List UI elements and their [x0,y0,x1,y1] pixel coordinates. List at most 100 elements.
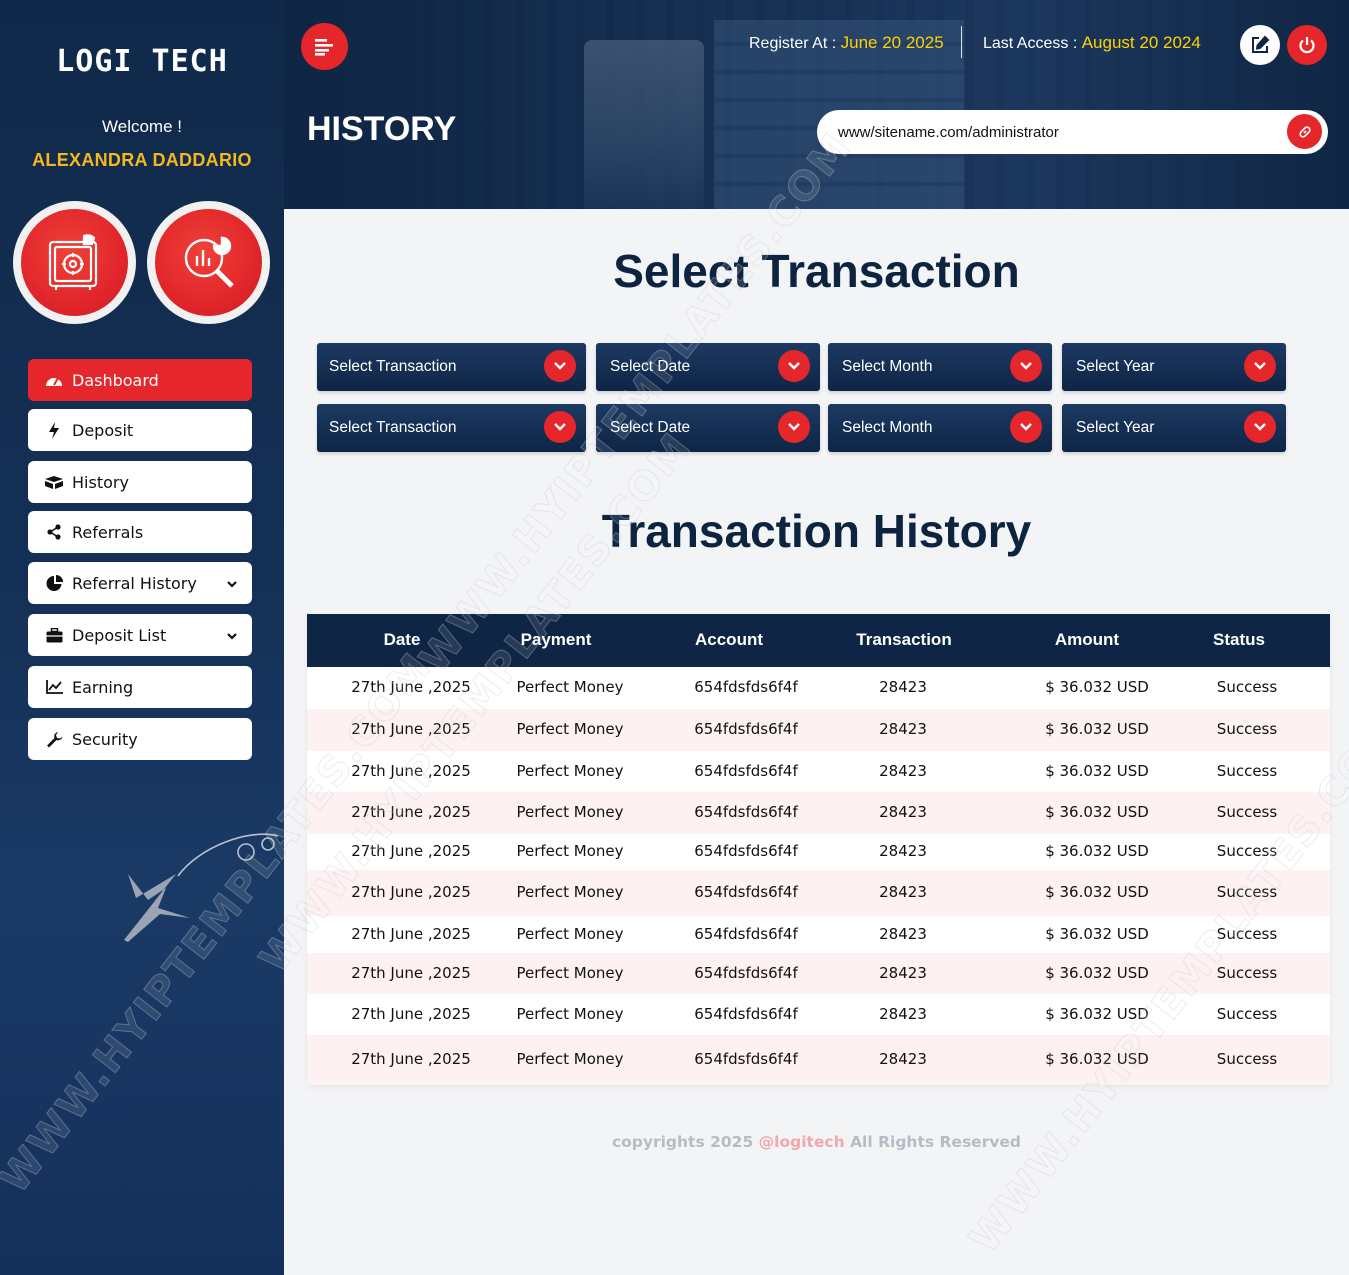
chevron-down-icon [1010,350,1042,382]
select-value: Select Year [1076,419,1155,436]
table-cell: $ 36.032 USD [1045,1050,1149,1068]
table-cell: $ 36.032 USD [1045,761,1149,780]
table-cell: 654fdsfds6f4f [694,963,798,982]
sidebar-item-history[interactable]: History [28,461,252,503]
table-cell: Success [1216,1050,1278,1068]
select-value: Select Month [842,419,933,436]
power-icon [1299,37,1315,54]
select-value: Select Transaction [329,358,457,375]
magnifier-chart-icon [184,236,234,288]
month-select[interactable]: Select Month [828,404,1052,452]
table-row: 27th June ,2025 Perfect Money 654fdsfds6f4… [307,953,1330,994]
column-header: Account [695,630,763,649]
table-cell: Success [1216,963,1278,982]
sidebar: LOGI TECH Welcome ! ALEXANDRA DADDARIO D… [0,0,284,1275]
menu-toggle-button[interactable] [301,23,348,70]
dashboard-icon [44,371,64,389]
table-cell: $ 36.032 USD [1045,842,1149,860]
table-cell: Success [1216,842,1278,860]
username: ALEXANDRA DADDARIO [32,150,252,170]
table-cell: Success [1216,803,1278,821]
table-cell: 27th June ,2025 [351,720,471,738]
sidebar-item-label: Deposit [72,420,134,440]
access-label: Last Access : [983,35,1078,52]
sidebar-item-referrals[interactable]: Referrals [28,511,252,553]
edit-profile-button[interactable] [1240,25,1280,65]
chevron-down-icon[interactable] [226,575,238,594]
table-cell: 654fdsfds6f4f [694,678,798,696]
briefcase-icon [44,626,64,644]
sidebar-item-dashboard[interactable]: Dashboard [28,359,252,401]
analytics-badge[interactable] [147,201,270,324]
table-cell: 654fdsfds6f4f [694,883,798,901]
year-select[interactable]: Select Year [1062,404,1286,452]
table-cell: 27th June ,2025 [351,1050,471,1068]
wrench-icon [44,730,64,748]
table-cell: 28423 [879,883,927,901]
brand-logo[interactable]: LOGI TECH [0,44,284,79]
chevron-down-icon[interactable] [226,627,238,646]
column-header: Amount [1054,630,1120,649]
chevron-down-icon [1010,411,1042,443]
table-row: 27th June ,2025 Perfect Money 654fdsfds6f4… [307,870,1330,916]
table-cell: 28423 [879,924,927,943]
date-select[interactable]: Select Date [596,343,820,391]
copy-link-button[interactable] [1287,114,1322,149]
table-cell: 27th June ,2025 [351,924,471,943]
transaction-select[interactable]: Select Transaction [317,343,586,391]
year-select[interactable]: Select Year [1062,343,1286,391]
table-cell: Perfect Money [516,963,624,982]
table-cell: 28423 [879,678,927,696]
table-header: Date Payment Account Transaction Amount … [307,614,1330,667]
safe-badge[interactable] [13,201,136,324]
table-cell: Success [1216,924,1278,943]
table-cell: $ 36.032 USD [1045,678,1149,696]
footer-suffix: All Rights Reserved [850,1133,1022,1151]
table-cell: $ 36.032 USD [1045,720,1149,738]
referral-url-field[interactable]: www/sitename.com/administrator [817,110,1328,154]
sidebar-item-deposit[interactable]: Deposit [28,409,252,451]
sidebar-item-label: Referral History [72,573,197,593]
header-divider [961,26,962,58]
sidebar-item-security[interactable]: Security [28,718,252,760]
table-cell: 654fdsfds6f4f [694,842,798,860]
sidebar-item-referral-history[interactable]: Referral History [28,562,252,604]
table-cell: 28423 [879,963,927,982]
safe-icon [48,233,97,290]
chevron-down-icon [544,350,576,382]
footer-brand-link[interactable]: @logitech [759,1133,845,1151]
transaction-select[interactable]: Select Transaction [317,404,586,452]
page-title: HISTORY [307,110,457,148]
table-cell: Perfect Money [516,924,624,943]
link-icon [1298,125,1311,138]
column-header: Payment [520,630,592,649]
access-value: August 20 2024 [1081,33,1201,52]
table-cell: 27th June ,2025 [351,803,471,821]
header-banner: HISTORY Register At : June 20 2025 Last … [284,0,1349,209]
table-cell: Perfect Money [516,1050,624,1068]
chevron-down-icon [778,411,810,443]
sidebar-item-label: Deposit List [72,625,167,645]
table-cell: Perfect Money [516,883,624,901]
register-label: Register At : [749,35,837,52]
sidebar-item-label: Security [72,729,138,749]
footer-copyright: copyrights 2025 @logitech All Rights Res… [284,1133,1349,1151]
table-row: 27th June ,2025 Perfect Money 654fdsfds6f4… [307,994,1330,1035]
table-cell: Success [1216,678,1278,696]
table-cell: Perfect Money [516,1004,624,1023]
table-row: 27th June ,2025 Perfect Money 654fdsfds6f4… [307,709,1330,751]
month-select[interactable]: Select Month [828,343,1052,391]
table-cell: Success [1216,720,1278,738]
date-select[interactable]: Select Date [596,404,820,452]
transaction-history-title: Transaction History [601,505,1032,557]
table-cell: Perfect Money [516,678,624,696]
table-cell: 28423 [879,842,927,860]
logout-button[interactable] [1287,25,1327,65]
column-header: Transaction [856,630,952,649]
sidebar-item-earning[interactable]: Earning [28,666,252,708]
table-cell: $ 36.032 USD [1045,803,1149,821]
select-value: Select Month [842,358,933,375]
sidebar-item-deposit-list[interactable]: Deposit List [28,614,252,656]
last-access-date: Last Access : August 20 2024 [983,33,1201,53]
table-row: 27th June ,2025 Perfect Money 654fdsfds6f4… [307,1035,1330,1085]
